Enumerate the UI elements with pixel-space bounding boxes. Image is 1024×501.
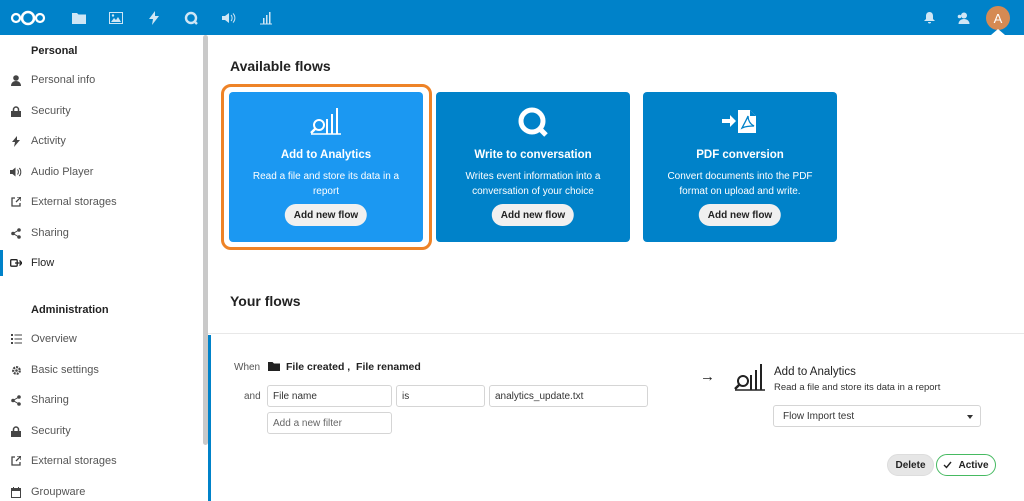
sidebar-item-admin-sharing[interactable]: Sharing (0, 385, 203, 415)
add-new-flow-button[interactable]: Add new flow (491, 204, 575, 226)
sidebar-item-activity[interactable]: Activity (0, 126, 203, 156)
and-label: and (244, 391, 261, 402)
available-flows-heading: Available flows (230, 58, 331, 74)
sidebar-item-external-storages[interactable]: External storages (0, 187, 203, 217)
lock-icon (10, 105, 22, 117)
card-description: Convert documents into the PDF format on… (667, 171, 813, 197)
card-title: PDF conversion (696, 149, 784, 161)
sidebar-item-label: Groupware (31, 486, 86, 498)
filter-operator-select[interactable]: is (396, 385, 485, 407)
rule-accent-bar (208, 335, 211, 501)
add-filter-input[interactable]: Add a new filter (267, 412, 392, 434)
groupware-icon (10, 486, 22, 498)
chevron-down-icon (967, 415, 973, 419)
flow-icon (10, 257, 22, 269)
activity-icon (10, 135, 22, 147)
photos-icon[interactable] (108, 10, 124, 26)
folder-icon (268, 362, 280, 371)
sidebar-item-flow[interactable]: Flow (0, 248, 203, 278)
sidebar-item-personal-info[interactable]: Personal info (0, 65, 203, 95)
sidebar-item-label: Sharing (31, 227, 69, 239)
your-flows-heading: Your flows (230, 293, 301, 309)
pdf-icon (643, 106, 837, 138)
sidebar-item-label: Overview (31, 333, 77, 345)
top-header: A (0, 0, 1024, 35)
sidebar-item-label: External storages (31, 455, 117, 467)
sidebar-item-basic-settings[interactable]: Basic settings (0, 355, 203, 385)
sidebar-item-label: Activity (31, 135, 66, 147)
sidebar-item-label: Flow (31, 257, 55, 269)
person-icon (10, 74, 22, 86)
arrow-right-icon: → (700, 368, 715, 385)
sidebar-item-groupware[interactable]: Groupware (0, 477, 203, 501)
filter-value-input[interactable]: analytics_update.txt (489, 385, 648, 407)
analytics-icon[interactable] (258, 10, 274, 26)
operation-title: Add to Analytics (774, 366, 856, 378)
sidebar-item-label: Audio Player (31, 166, 94, 178)
sidebar-item-label: Personal info (31, 74, 96, 86)
card-description: Writes event information into a conversa… (465, 171, 601, 197)
settings-sidebar: Personal Personal info Security Activity… (0, 35, 207, 501)
filter-field-select[interactable]: File name (267, 385, 392, 407)
active-toggle-button[interactable]: Active (936, 454, 996, 476)
add-new-flow-button[interactable]: Add new flow (698, 204, 782, 226)
speaker-icon (10, 166, 22, 178)
sidebar-heading-personal: Personal (31, 45, 78, 57)
sidebar-item-label: Basic settings (31, 364, 99, 376)
external-icon (10, 196, 22, 208)
analytics-icon (734, 364, 765, 391)
sidebar-heading-administration: Administration (31, 304, 109, 316)
selection-highlight (221, 84, 432, 250)
sidebar-item-audio-player[interactable]: Audio Player (0, 157, 203, 187)
gear-icon (10, 364, 22, 376)
external-icon (10, 455, 22, 467)
lock-icon (10, 425, 22, 437)
event-selector[interactable]: File created , File renamed (286, 361, 421, 373)
flow-card-pdf-conversion[interactable]: PDF conversion Convert documents into th… (643, 92, 837, 242)
when-label: When (234, 362, 261, 373)
nextcloud-logo-icon[interactable] (9, 9, 47, 27)
list-icon (10, 333, 22, 345)
talk-icon[interactable] (183, 10, 199, 26)
share-icon (10, 227, 22, 239)
share-icon (10, 394, 22, 406)
talk-icon (436, 106, 630, 138)
audio-player-icon[interactable] (221, 10, 237, 26)
sidebar-item-label: External storages (31, 196, 117, 208)
delete-button[interactable]: Delete (887, 454, 934, 476)
sidebar-item-label: Security (31, 425, 71, 437)
checkmark-icon (943, 461, 953, 469)
sidebar-item-admin-security[interactable]: Security (0, 416, 203, 446)
files-icon[interactable] (71, 10, 87, 26)
contacts-menu-icon[interactable] (955, 10, 971, 26)
sidebar-item-label: Security (31, 105, 71, 117)
sidebar-item-admin-external-storages[interactable]: External storages (0, 446, 203, 476)
card-title: Write to conversation (474, 149, 592, 161)
notifications-bell-icon[interactable] (921, 10, 937, 26)
active-label: Active (958, 459, 989, 471)
menu-caret-icon (991, 29, 1005, 35)
report-select[interactable]: Flow Import test (773, 405, 981, 427)
operation-description: Read a file and store its data in a repo… (774, 382, 941, 393)
sidebar-item-sharing[interactable]: Sharing (0, 218, 203, 248)
user-avatar[interactable]: A (986, 6, 1010, 30)
sidebar-item-label: Sharing (31, 394, 69, 406)
report-select-value: Flow Import test (783, 410, 855, 422)
sidebar-item-security[interactable]: Security (0, 96, 203, 126)
activity-icon[interactable] (146, 10, 162, 26)
flow-card-write-to-conversation[interactable]: Write to conversation Writes event infor… (436, 92, 630, 242)
sidebar-item-overview[interactable]: Overview (0, 324, 203, 354)
